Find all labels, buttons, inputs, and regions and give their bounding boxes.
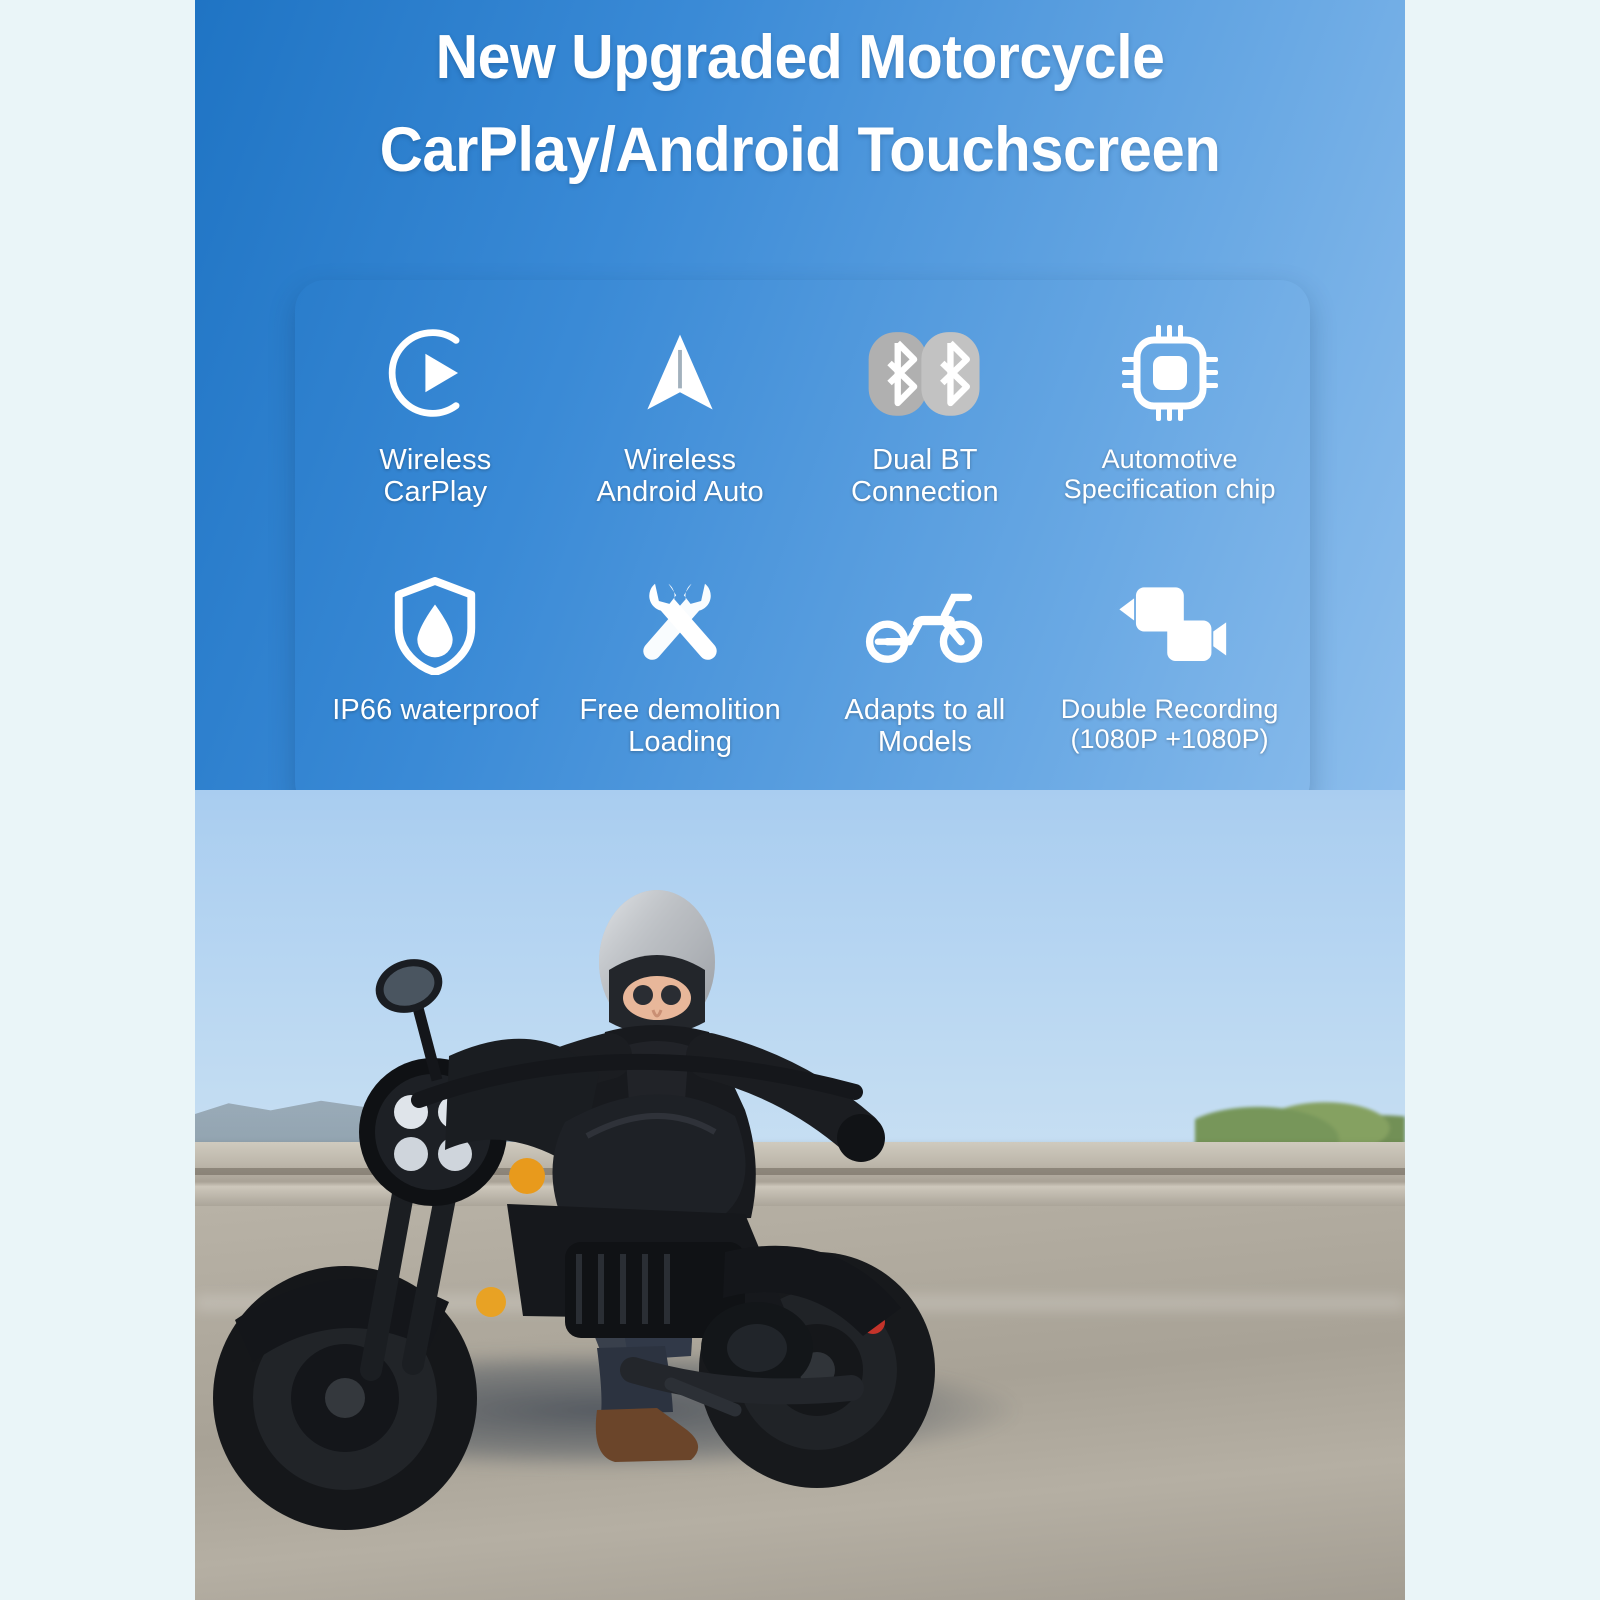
label-line-1: Automotive — [1101, 444, 1238, 474]
feature-wireless-android-auto: Wireless Android Auto — [558, 314, 803, 570]
title-line-2: CarPlay/Android Touchscreen — [379, 114, 1221, 185]
feature-label: IP66 waterproof — [332, 694, 538, 726]
label-line-2: Specification chip — [1063, 474, 1276, 505]
label-line-1: IP66 waterproof — [332, 694, 539, 726]
double-camera-icon — [1112, 570, 1228, 682]
feature-ip66-waterproof: IP66 waterproof — [313, 570, 558, 810]
feature-label: Adapts to all Models — [844, 694, 1005, 759]
label-line-1: Wireless — [379, 444, 492, 476]
chip-icon — [1120, 314, 1220, 432]
feature-wireless-carplay: Wireless CarPlay — [313, 314, 558, 570]
carplay-icon — [387, 314, 483, 432]
tools-icon — [632, 570, 728, 682]
title-line-1: New Upgraded Motorcycle — [435, 23, 1165, 92]
product-listing-image: New Upgraded Motorcycle CarPlay/Android … — [0, 0, 1600, 1600]
label-line-2: Loading — [628, 726, 733, 759]
label-line-2: Android Auto — [596, 476, 764, 509]
feature-row-2: IP66 waterproof Free demolition Loading … — [313, 570, 1292, 810]
label-line-1: Wireless — [624, 444, 737, 476]
feature-dual-bt-connection: Dual BT Connection — [803, 314, 1048, 570]
label-line-1: Free demolition — [579, 694, 781, 726]
motorcycle-with-rider — [205, 850, 995, 1550]
feature-free-demolition-loading: Free demolition Loading — [558, 570, 803, 810]
android-auto-icon — [632, 314, 728, 432]
motorcycle-lifestyle-photo: 15:44 5G — [195, 790, 1405, 1600]
feature-automotive-chip: Automotive Specification chip — [1047, 314, 1292, 570]
dual-bluetooth-icon — [861, 314, 989, 432]
feature-card: Wireless CarPlay Wireless Android Auto D… — [295, 280, 1310, 812]
feature-label: Wireless CarPlay — [379, 444, 491, 509]
label-line-1: Adapts to all — [844, 694, 1006, 726]
feature-label: Wireless Android Auto — [596, 444, 763, 509]
feature-label: Dual BT Connection — [803, 444, 1048, 509]
feature-label: Automotive Specification chip — [1064, 444, 1276, 504]
waterproof-shield-icon — [389, 570, 481, 682]
feature-adapts-to-all-models: Adapts to all Models — [803, 570, 1048, 810]
page-title: New Upgraded Motorcycle CarPlay/Android … — [195, 12, 1405, 197]
label-line-2: (1080P +1080P) — [1070, 724, 1269, 755]
label-line-2: CarPlay — [383, 476, 488, 509]
main-content-column: New Upgraded Motorcycle CarPlay/Android … — [195, 0, 1405, 1600]
label-line-1: Dual BT Connection — [851, 444, 999, 509]
motorcycle-icon — [865, 570, 985, 682]
feature-row-1: Wireless CarPlay Wireless Android Auto D… — [313, 314, 1292, 570]
feature-label: Double Recording (1080P +1080P) — [1061, 694, 1279, 754]
feature-double-recording: Double Recording (1080P +1080P) — [1047, 570, 1292, 810]
label-line-1: Double Recording — [1060, 694, 1279, 724]
feature-label: Free demolition Loading — [579, 694, 780, 759]
label-line-2: Models — [877, 726, 972, 759]
